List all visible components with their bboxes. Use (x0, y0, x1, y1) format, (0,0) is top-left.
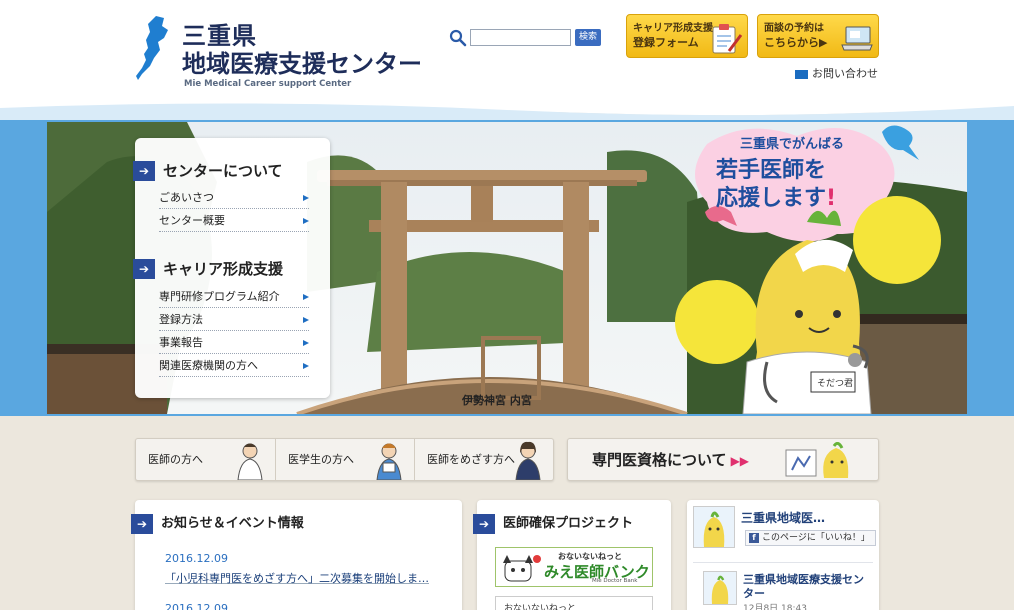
facebook-icon: f (749, 533, 759, 543)
news-heading: ➔ お知らせ＆イベント情報 (131, 512, 304, 536)
menu-item-label: センター概要 (159, 214, 225, 227)
exclamation-mark: ! (826, 186, 837, 211)
project-heading-label: 医師確保プロジェクト (503, 516, 634, 531)
facebook-post-avatar[interactable] (703, 571, 737, 605)
cheer-line3: 応援します! (716, 180, 836, 212)
side-menu: ➔ センターについて ごあいさつ センター概要 ➔ キャリア形成支援 専門研修プログ… (133, 138, 330, 398)
student-icon (376, 443, 402, 480)
mascot-avatar-icon (711, 575, 729, 604)
like-label: このページに「いいね！」 (762, 533, 870, 543)
facebook-like-button[interactable]: f このページに「いいね！」 (745, 530, 876, 546)
news-heading-label: お知らせ＆イベント情報 (161, 516, 304, 531)
specialist-label: 専門医資格について (592, 451, 727, 469)
facebook-avatar[interactable] (693, 506, 735, 548)
facebook-post: 三重県地域医療支援センター 12月8日 18:43 (693, 562, 873, 610)
logo-subtitle: Mie Medical Career support Center (184, 79, 352, 89)
logo-title-line2[interactable]: 地域医療支援センター (182, 44, 422, 79)
news-panel: ➔ お知らせ＆イベント情報 2016.12.09 「小児科専門医をめざす方へ」二次… (131, 500, 462, 610)
arrow-right-icon: ➔ (473, 514, 495, 534)
triangle-right-icon (303, 363, 309, 369)
second-banner-label: おないないねっと (504, 604, 577, 610)
contact-label: お問い合わせ (812, 67, 878, 80)
menu-item-label: 事業報告 (159, 336, 203, 349)
menu-item-institutions[interactable]: 関連医療機関の方へ (159, 355, 309, 377)
doctor-icon (237, 443, 263, 480)
menu-item-registration[interactable]: 登録方法 (159, 309, 309, 331)
clipboard-icon (712, 24, 743, 54)
news-title-link[interactable]: 「小児科専門医をめざす方へ」二次募集を開始しま… (165, 570, 429, 586)
news-date: 2016.12.09 (165, 602, 228, 610)
mie-map-icon[interactable] (134, 14, 176, 82)
cheer-line3-text: 応援します (716, 186, 827, 211)
arrow-right-icon: ➔ (133, 259, 155, 279)
doctor-recruitment-panel: ➔ 医師確保プロジェクト おないないねっと みえ医師バンク Mie Doctor … (473, 500, 671, 610)
cheer-line1: 三重県でがんばる (740, 137, 845, 152)
mascot-badge: そだつ君 (817, 378, 853, 389)
menu-item-greeting[interactable]: ごあいさつ (159, 187, 309, 209)
triangle-right-icon (303, 294, 309, 300)
nav-for-doctors[interactable]: 医師の方へ (136, 439, 274, 480)
contact-link[interactable]: お問い合わせ (795, 65, 878, 81)
arrow-right-icon: ➔ (131, 514, 153, 534)
triangle-right-icon (303, 195, 309, 201)
project-heading: ➔ 医師確保プロジェクト (473, 512, 634, 536)
arrow-right-icon: ➔ (133, 161, 155, 181)
triangle-right-icon (303, 218, 309, 224)
double-arrow-icon: ▶▶ (730, 454, 750, 468)
menu-item-overview[interactable]: センター概要 (159, 210, 309, 232)
nav-for-students[interactable]: 医学生の方へ (275, 439, 413, 480)
interview-reservation-button[interactable]: 面談の予約は こちらから▶ (757, 14, 879, 58)
nav-label: 医学生の方へ (288, 453, 354, 466)
search-input[interactable] (470, 29, 571, 46)
nav-label: 医師の方へ (148, 453, 203, 466)
nav-for-aspiring[interactable]: 医師をめざす方へ (414, 439, 552, 480)
menu-item-label: 関連医療機関の方へ (159, 359, 258, 372)
menu-item-label: 専門研修プログラム紹介 (159, 290, 280, 303)
specialist-qualification-button[interactable]: 専門医資格について ▶▶ (567, 438, 879, 481)
mascot-avatar-icon (703, 511, 725, 547)
mascot-with-board-icon (785, 442, 849, 478)
hero-caption: 伊勢神宮 内宮 (462, 394, 532, 407)
facebook-page-name[interactable]: 三重県地域医… (741, 509, 825, 526)
triangle-right-icon (303, 340, 309, 346)
facebook-page-header: 三重県地域医… f このページに「いいね！」 (693, 506, 876, 548)
facebook-post-time: 12月8日 18:43 (743, 604, 807, 610)
schoolgirl-icon (515, 441, 541, 480)
menu-item-label: ごあいさつ (159, 191, 214, 204)
mie-doctor-bank-banner[interactable]: おないないねっと みえ医師バンク Mie Doctor Bank (495, 547, 653, 587)
search-icon (449, 29, 467, 47)
laptop-icon (841, 26, 873, 51)
audience-nav: 医師の方へ 医学生の方へ 医師をめざす方へ (135, 438, 554, 481)
triangle-right-icon (303, 317, 309, 323)
nav-label: 医師をめざす方へ (427, 453, 515, 466)
mail-icon (795, 69, 808, 79)
menu-item-label: 登録方法 (159, 313, 203, 326)
second-project-banner[interactable]: おないないねっと (495, 596, 653, 610)
facebook-post-author[interactable]: 三重県地域医療支援センター (743, 573, 873, 601)
news-date: 2016.12.09 (165, 552, 228, 565)
facebook-panel: 三重県地域医… f このページに「いいね！」 三重県地域医療支援センター 12月8… (687, 500, 879, 610)
menu-item-report[interactable]: 事業報告 (159, 332, 309, 354)
menu-heading-label: キャリア形成支援 (163, 260, 284, 278)
search-button[interactable]: 検索 (575, 29, 601, 46)
bank-english-label: Mie Doctor Bank (592, 578, 638, 584)
menu-item-program[interactable]: 専門研修プログラム紹介 (159, 286, 309, 308)
menu-heading-label: センターについて (163, 162, 283, 180)
menu-heading-career[interactable]: ➔ キャリア形成支援 (133, 256, 330, 282)
menu-heading-about[interactable]: ➔ センターについて (133, 158, 330, 184)
dog-mascot-icon (503, 555, 541, 582)
career-form-button[interactable]: キャリア形成支援 登録フォーム (626, 14, 748, 58)
